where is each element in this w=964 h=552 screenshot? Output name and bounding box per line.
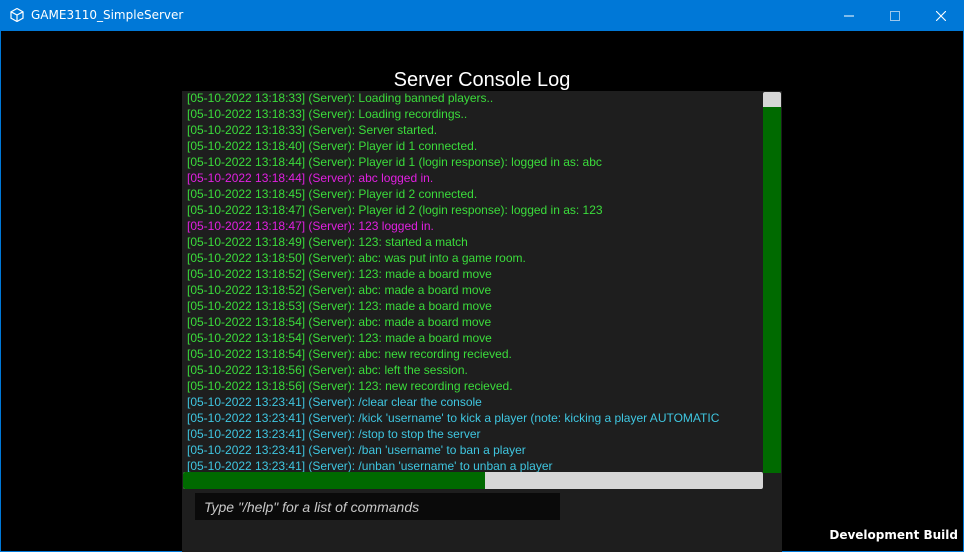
log-line: [05-10-2022 13:18:49] (Server): 123: sta…	[187, 235, 468, 249]
log-line: [05-10-2022 13:18:44] (Server): abc logg…	[187, 171, 434, 185]
close-icon	[936, 10, 946, 21]
log-line: [05-10-2022 13:23:41] (Server): /ban 'us…	[187, 443, 526, 457]
log-line: [05-10-2022 13:18:45] (Server): Player i…	[187, 187, 478, 201]
log-line: [05-10-2022 13:23:41] (Server): /stop to…	[187, 427, 481, 441]
horizontal-scrollbar[interactable]	[183, 472, 763, 489]
log-line: [05-10-2022 13:23:41] (Server): /kick 'u…	[187, 411, 720, 425]
title-bar[interactable]: GAME3110_SimpleServer	[0, 0, 964, 31]
console-title: Server Console Log	[393, 69, 571, 91]
maximize-icon	[890, 10, 900, 21]
console-log[interactable]: [05-10-2022 13:18:33] (Server): Loading …	[182, 91, 763, 474]
log-line: [05-10-2022 13:18:52] (Server): 123: mad…	[187, 267, 492, 281]
log-line: [05-10-2022 13:18:53] (Server): 123: mad…	[187, 299, 492, 313]
unity-app-icon	[10, 8, 24, 22]
log-line: [05-10-2022 13:18:47] (Server): Player i…	[187, 203, 603, 217]
command-input[interactable]	[195, 493, 560, 520]
maximize-button[interactable]	[872, 0, 918, 31]
log-line: [05-10-2022 13:18:56] (Server): abc: lef…	[187, 363, 468, 377]
log-line: [05-10-2022 13:18:54] (Server): abc: mad…	[187, 315, 492, 329]
development-build-label: Development Build	[829, 528, 958, 542]
console-panel: [05-10-2022 13:18:33] (Server): Loading …	[182, 91, 782, 552]
log-line: [05-10-2022 13:18:33] (Server): Loading …	[187, 91, 494, 105]
log-line: [05-10-2022 13:18:54] (Server): 123: mad…	[187, 331, 492, 345]
log-line: [05-10-2022 13:18:52] (Server): abc: mad…	[187, 283, 492, 297]
minimize-button[interactable]	[826, 0, 872, 31]
log-line: [05-10-2022 13:18:50] (Server): abc: was…	[187, 251, 526, 265]
log-line: [05-10-2022 13:18:33] (Server): Loading …	[187, 107, 468, 121]
log-line: [05-10-2022 13:18:54] (Server): abc: new…	[187, 347, 512, 361]
log-line: [05-10-2022 13:18:33] (Server): Server s…	[187, 123, 438, 137]
minimize-icon	[844, 15, 854, 16]
vertical-scrollbar[interactable]	[763, 92, 781, 473]
window-title: GAME3110_SimpleServer	[31, 8, 184, 22]
horizontal-scrollbar-thumb[interactable]	[183, 472, 485, 489]
log-line: [05-10-2022 13:18:47] (Server): 123 logg…	[187, 219, 434, 233]
vertical-scrollbar-thumb[interactable]	[763, 107, 781, 473]
log-line: [05-10-2022 13:18:40] (Server): Player i…	[187, 139, 478, 153]
close-button[interactable]	[918, 0, 964, 31]
log-line: [05-10-2022 13:18:44] (Server): Player i…	[187, 155, 602, 169]
log-line: [05-10-2022 13:23:41] (Server): /clear c…	[187, 395, 482, 409]
log-line: [05-10-2022 13:18:56] (Server): 123: new…	[187, 379, 513, 393]
